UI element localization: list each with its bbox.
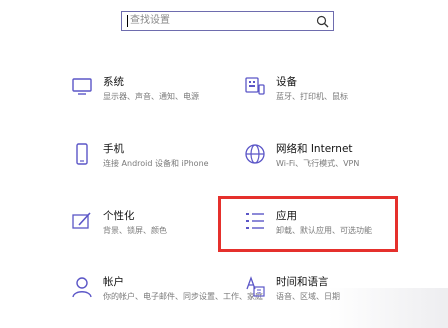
tile-title: 时间和语言 bbox=[276, 276, 329, 288]
tile-title: 网络和 Internet bbox=[276, 143, 353, 155]
settings-tile-system[interactable]: 系统 显示器、声音、通知、电源 bbox=[71, 76, 261, 110]
settings-tile-time-language[interactable]: 时间和语言 语音、区域、日期 bbox=[244, 276, 434, 310]
devices-icon bbox=[245, 77, 265, 95]
search-input[interactable]: 查找设置 bbox=[130, 15, 170, 27]
tile-title: 系统 bbox=[103, 76, 124, 88]
tile-title: 手机 bbox=[103, 143, 124, 155]
tile-description: Wi-Fi、飞行模式、VPN bbox=[276, 159, 360, 168]
search-icon[interactable] bbox=[316, 15, 329, 28]
personalization-icon bbox=[72, 212, 91, 229]
settings-tile-phone[interactable]: 手机 连接 Android 设备和 iPhone bbox=[71, 143, 261, 177]
settings-tile-network[interactable]: 网络和 Internet Wi-Fi、飞行模式、VPN bbox=[244, 143, 434, 177]
globe-icon bbox=[245, 144, 265, 164]
tile-description: 连接 Android 设备和 iPhone bbox=[103, 159, 209, 168]
tile-title: 个性化 bbox=[103, 210, 135, 222]
apps-list-icon bbox=[246, 213, 264, 229]
tile-title: 应用 bbox=[276, 210, 297, 222]
text-cursor bbox=[127, 15, 128, 27]
tile-description: 背景、锁屏、颜色 bbox=[103, 226, 167, 235]
settings-tile-apps[interactable]: 应用 卸载、默认应用、可选功能 bbox=[244, 210, 434, 244]
tile-description: 卸载、默认应用、可选功能 bbox=[276, 226, 372, 235]
phone-icon bbox=[76, 143, 88, 165]
tile-description: 蓝牙、打印机、鼠标 bbox=[276, 92, 348, 101]
tile-title: 设备 bbox=[276, 76, 297, 88]
settings-tile-accounts[interactable]: 帐户 你的帐户、电子邮件、同步设置、工作、家庭 bbox=[71, 276, 263, 310]
person-icon bbox=[72, 277, 92, 298]
monitor-icon bbox=[72, 78, 92, 95]
settings-tile-personalization[interactable]: 个性化 背景、锁屏、颜色 bbox=[71, 210, 261, 244]
settings-tile-devices[interactable]: 设备 蓝牙、打印机、鼠标 bbox=[244, 76, 434, 110]
time-language-icon bbox=[246, 276, 265, 297]
search-settings-box[interactable]: 查找设置 bbox=[121, 11, 334, 31]
tile-title: 帐户 bbox=[103, 276, 124, 288]
tile-description: 语音、区域、日期 bbox=[276, 292, 340, 301]
tile-description: 你的帐户、电子邮件、同步设置、工作、家庭 bbox=[103, 292, 263, 301]
tile-description: 显示器、声音、通知、电源 bbox=[103, 92, 199, 101]
